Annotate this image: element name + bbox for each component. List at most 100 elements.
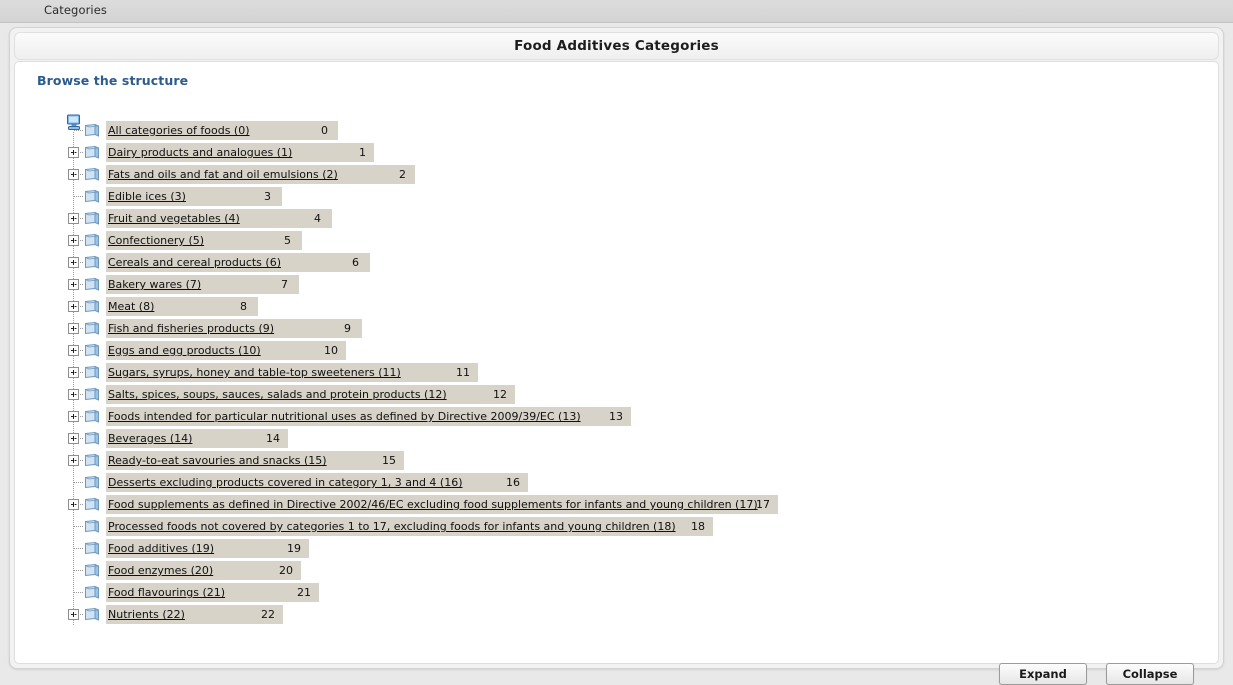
tree-elbow-line (74, 218, 83, 219)
tree-elbow-line (74, 372, 83, 373)
tree-node-number: 20 (279, 564, 293, 577)
folder-icon[interactable] (84, 387, 101, 402)
tree-node-number: 8 (240, 300, 247, 313)
folder-icon[interactable] (84, 145, 101, 160)
tree-node-number: 4 (314, 212, 321, 225)
tree-elbow-line (74, 416, 83, 417)
folder-icon[interactable] (84, 299, 101, 314)
tree-node-label[interactable]: Edible ices (3) (108, 190, 186, 203)
tree-node-number: 19 (287, 542, 301, 555)
folder-icon[interactable] (84, 211, 101, 226)
tree-node-label[interactable]: All categories of foods (0) (108, 124, 250, 137)
expand-button[interactable]: Expand (999, 663, 1087, 685)
tree-elbow-line (74, 438, 83, 439)
tree-elbow-line (74, 306, 83, 307)
tree-node-number: 22 (261, 608, 275, 621)
tree-node-label[interactable]: Salts, spices, soups, sauces, salads and… (108, 388, 447, 401)
folder-icon[interactable] (84, 453, 101, 468)
tree-node-number: 10 (324, 344, 338, 357)
tree-elbow-line (74, 394, 83, 395)
folder-icon[interactable] (84, 519, 101, 534)
tree-node-label[interactable]: Cereals and cereal products (6) (108, 256, 281, 269)
tree-node-label[interactable]: Beverages (14) (108, 432, 192, 445)
tree-node-label[interactable]: Food enzymes (20) (108, 564, 213, 577)
tree-elbow-line (74, 460, 83, 461)
tree-node-number: 21 (297, 586, 311, 599)
folder-icon[interactable] (84, 431, 101, 446)
tree-node-number: 14 (266, 432, 280, 445)
tree-elbow-line (74, 526, 83, 527)
tree-elbow-line (74, 482, 83, 483)
folder-icon[interactable] (84, 321, 101, 336)
tree-elbow-line (74, 328, 83, 329)
tree-node-label[interactable]: Desserts excluding products covered in c… (108, 476, 463, 489)
top-bar: Categories (0, 0, 1233, 23)
tree-node-label[interactable]: Fish and fisheries products (9) (108, 322, 274, 335)
tree-node-number: 2 (399, 168, 406, 181)
folder-icon[interactable] (84, 365, 101, 380)
tree-elbow-line (74, 130, 83, 131)
folder-icon[interactable] (84, 167, 101, 182)
tree-elbow-line (74, 548, 83, 549)
tree-node-number: 16 (506, 476, 520, 489)
tree-node-number: 18 (691, 520, 705, 533)
tree-elbow-line (74, 350, 83, 351)
tree-elbow-line (74, 570, 83, 571)
tree-node-number: 5 (284, 234, 291, 247)
panel-header: Food Additives Categories (14, 32, 1219, 60)
tree-node-label[interactable]: Confectionery (5) (108, 234, 204, 247)
tree-node-label[interactable]: Fats and oils and fat and oil emulsions … (108, 168, 338, 181)
tree-node-label[interactable]: Meat (8) (108, 300, 154, 313)
tree-node-number: 1 (359, 146, 366, 159)
tree-node-label[interactable]: Processed foods not covered by categorie… (108, 520, 676, 533)
tree-node-label[interactable]: Ready-to-eat savouries and snacks (15) (108, 454, 327, 467)
tree-node-number: 6 (352, 256, 359, 269)
tree-node-label[interactable]: Fruit and vegetables (4) (108, 212, 240, 225)
folder-icon[interactable] (84, 255, 101, 270)
tree-node-label[interactable]: Foods intended for particular nutritiona… (108, 410, 581, 423)
folder-icon[interactable] (84, 409, 101, 424)
tree-node-number: 12 (493, 388, 507, 401)
tree-node-label[interactable]: Food supplements as defined in Directive… (108, 498, 758, 511)
folder-icon[interactable] (84, 233, 101, 248)
tab-categories[interactable]: Categories (44, 3, 107, 17)
tree-elbow-line (74, 284, 83, 285)
folder-icon[interactable] (84, 497, 101, 512)
tree-node-number: 0 (321, 124, 328, 137)
tree-node-label[interactable]: Bakery wares (7) (108, 278, 201, 291)
folder-icon[interactable] (84, 123, 101, 138)
tree-elbow-line (74, 240, 83, 241)
tree-node-label[interactable]: Food additives (19) (108, 542, 214, 555)
tree-node-label[interactable]: Eggs and egg products (10) (108, 344, 261, 357)
tree-node-number: 3 (264, 190, 271, 203)
tree-node-number: 9 (344, 322, 351, 335)
tree-elbow-line (74, 592, 83, 593)
folder-icon[interactable] (84, 189, 101, 204)
tree-elbow-line (74, 174, 83, 175)
tree-node-label[interactable]: Dairy products and analogues (1) (108, 146, 292, 159)
browse-structure-heading: Browse the structure (37, 73, 189, 88)
folder-icon[interactable] (84, 343, 101, 358)
tree-elbow-line (74, 614, 83, 615)
tree-elbow-line (74, 196, 83, 197)
tree-node-number: 13 (609, 410, 623, 423)
folder-icon[interactable] (84, 541, 101, 556)
folder-icon[interactable] (84, 475, 101, 490)
folder-icon[interactable] (84, 277, 101, 292)
tree-node-label[interactable]: Food flavourings (21) (108, 586, 225, 599)
tree-elbow-line (74, 504, 83, 505)
folder-icon[interactable] (84, 563, 101, 578)
page-title: Food Additives Categories (514, 38, 719, 54)
tree-elbow-line (74, 262, 83, 263)
tree-node-label[interactable]: Sugars, syrups, honey and table-top swee… (108, 366, 401, 379)
collapse-button[interactable]: Collapse (1106, 663, 1194, 685)
folder-icon[interactable] (84, 585, 101, 600)
folder-icon[interactable] (84, 607, 101, 622)
tree-node-number: 7 (281, 278, 288, 291)
tree-node-number: 15 (382, 454, 396, 467)
tree-node-label[interactable]: Nutrients (22) (108, 608, 185, 621)
content-area: Browse the structure All categories of f… (14, 61, 1219, 664)
main-panel: Food Additives Categories Browse the str… (9, 27, 1224, 685)
tree-node-number: 11 (456, 366, 470, 379)
tree-node-number: 17 (756, 498, 770, 511)
